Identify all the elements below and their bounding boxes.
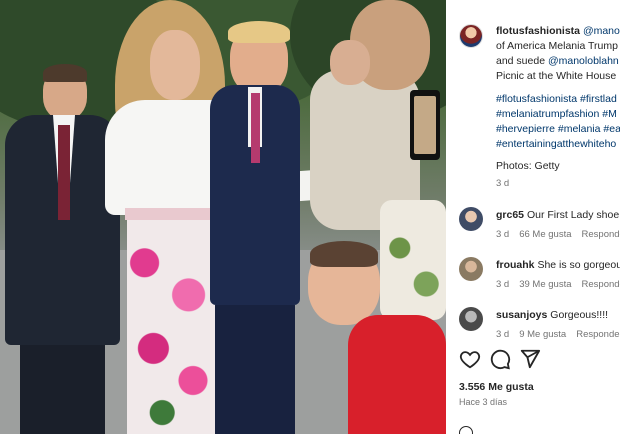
comment-time: 3 d (496, 329, 510, 340)
avatar[interactable] (459, 307, 483, 331)
comment-username[interactable]: frouahk (496, 259, 535, 271)
hashtag-link[interactable]: #entertainingatthewhiteho (496, 137, 620, 152)
comment-username[interactable]: grc65 (496, 209, 524, 221)
comment-icon[interactable] (489, 348, 511, 370)
man-figure (210, 21, 300, 434)
caption-mention[interactable]: @manolo (583, 25, 620, 37)
caption-text: flotusfashionista @manolo of America Mel… (496, 24, 620, 84)
hashtag-link[interactable]: #flotusfashionista #firstlad (496, 92, 620, 107)
comment-item: frouahk She is so gorgeou 3 d 39 Me gusta… (459, 257, 620, 297)
post-age: Hace 3 días (459, 397, 508, 407)
hashtag-link[interactable]: #hervepierre #melania #ea (496, 122, 620, 137)
comment-text: grc65 Our First Lady shoe g (496, 209, 620, 221)
reply-button[interactable]: Responder (582, 229, 620, 240)
comment-time: 3 d (496, 229, 510, 240)
share-icon[interactable] (519, 348, 541, 370)
reply-button[interactable]: Responder (576, 329, 620, 340)
caption-time: 3 d (496, 178, 510, 189)
comment-likes[interactable]: 66 Me gusta (519, 229, 571, 240)
comment-time: 3 d (496, 279, 510, 290)
comment-text: susanjoys Gorgeous!!!! (496, 309, 608, 321)
post-photo[interactable] (0, 0, 446, 434)
photo-credit: Photos: Getty (496, 160, 560, 172)
comment-meta: 3 d 66 Me gusta Responder (496, 229, 620, 240)
hashtag-link[interactable]: #melaniatrumpfashion #M (496, 107, 620, 122)
heart-icon[interactable] (459, 348, 481, 370)
child-figure (308, 241, 446, 434)
comment-text: frouahk She is so gorgeou (496, 259, 620, 271)
emoji-icon[interactable] (459, 426, 473, 434)
caption-hashtags: #flotusfashionista #firstlad #melaniatru… (496, 92, 620, 152)
reply-button[interactable]: Responder (582, 279, 620, 290)
comment-item: grc65 Our First Lady shoe g 3 d 66 Me gus… (459, 207, 620, 247)
comment-body: Our First Lady shoe g (526, 209, 620, 221)
comment-username[interactable]: susanjoys (496, 309, 547, 321)
avatar[interactable] (459, 207, 483, 231)
avatar[interactable] (459, 257, 483, 281)
comment-meta: 3 d 39 Me gusta Responder (496, 279, 620, 290)
comment-body: Gorgeous!!!! (550, 309, 609, 321)
caption-line: and suede (496, 55, 548, 67)
post-actions (459, 348, 619, 372)
caption-mention[interactable]: @manoloblahn (548, 55, 619, 67)
caption-line: of America Melania Trump (496, 40, 618, 52)
avatar[interactable] (459, 24, 483, 48)
likes-count[interactable]: 3.556 Me gusta (459, 381, 534, 393)
comment-body: She is so gorgeou (537, 259, 620, 271)
caption-line: Picnic at the White House (496, 70, 617, 82)
caption-username[interactable]: flotusfashionista (496, 25, 580, 37)
comment-likes[interactable]: 9 Me gusta (519, 329, 566, 340)
post-sidebar: flotusfashionista @manolo of America Mel… (446, 0, 620, 434)
comment-likes[interactable]: 39 Me gusta (519, 279, 571, 290)
comment-meta: 3 d 9 Me gusta Responder (496, 329, 620, 340)
comment-item: susanjoys Gorgeous!!!! 3 d 9 Me gusta Resp… (459, 307, 620, 347)
